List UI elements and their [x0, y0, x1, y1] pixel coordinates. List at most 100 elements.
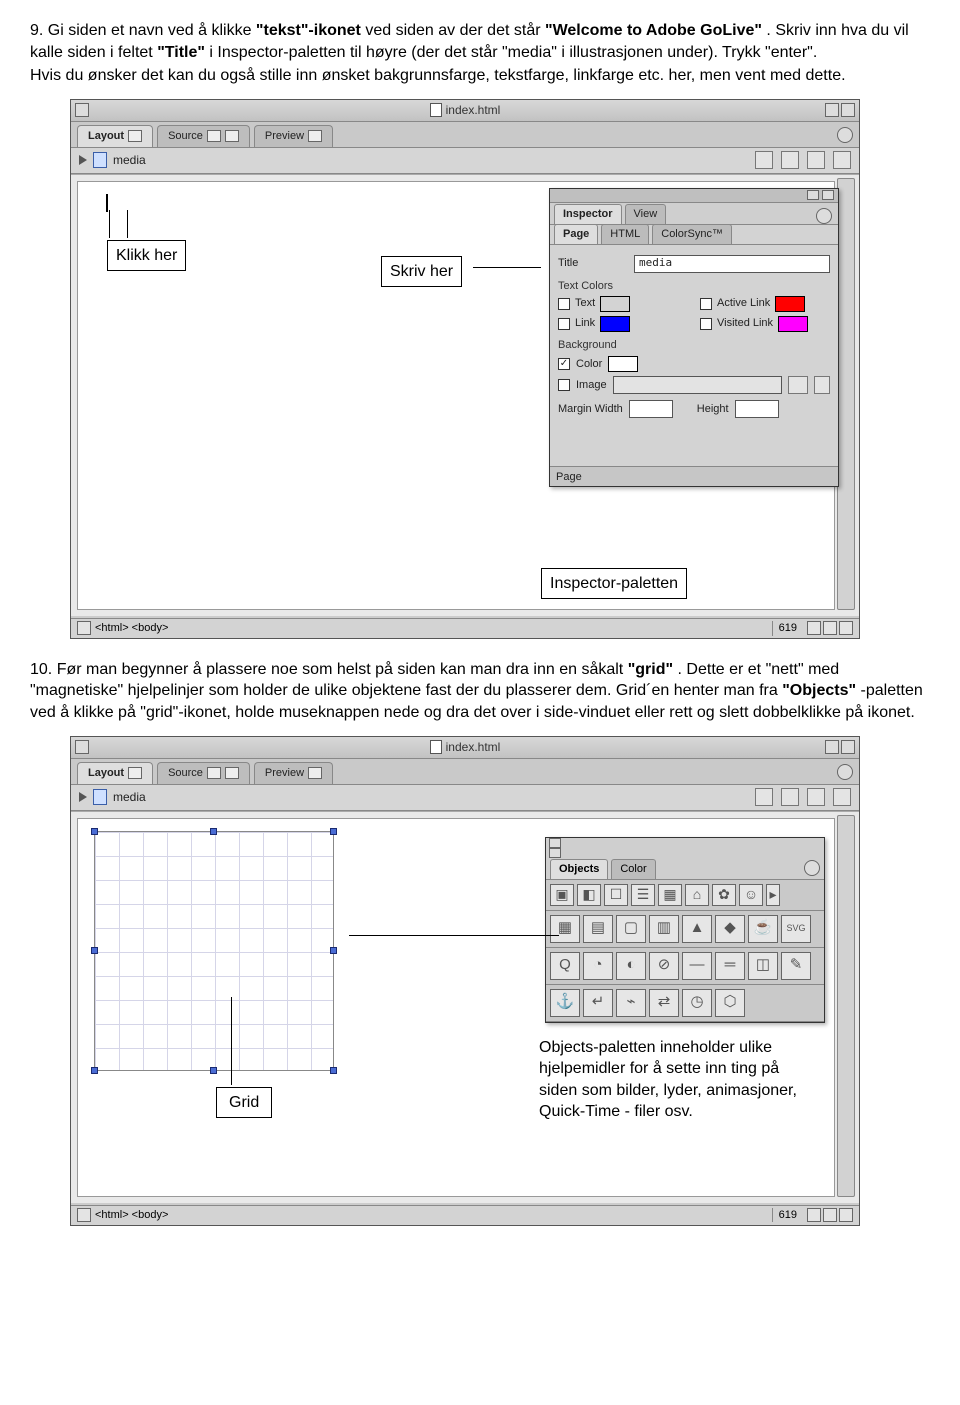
palette-collapse-icon[interactable]: [807, 190, 819, 200]
vertical-scrollbar[interactable]: [837, 815, 855, 1197]
toolbar-icon-4[interactable]: [833, 151, 851, 169]
arrow-right-icon[interactable]: [823, 621, 837, 635]
status-icon[interactable]: [77, 621, 91, 635]
palette-knob-icon[interactable]: [816, 208, 832, 224]
tab-inspector[interactable]: Inspector: [554, 204, 622, 224]
resize-handle-icon[interactable]: [210, 1067, 217, 1074]
window-zoom-icon[interactable]: [825, 740, 839, 754]
window-zoom-icon[interactable]: [825, 103, 839, 117]
arrow-down-icon[interactable]: [839, 1208, 853, 1222]
arrow-right-icon[interactable]: [823, 1208, 837, 1222]
date-icon[interactable]: ◷: [682, 989, 712, 1017]
toolbar-icon-4[interactable]: [833, 788, 851, 806]
disclosure-triangle-icon[interactable]: [79, 155, 87, 165]
arrow-left-icon[interactable]: [807, 1208, 821, 1222]
toolbar-icon-2[interactable]: [781, 788, 799, 806]
palette-titlebar[interactable]: [546, 838, 824, 858]
svg-icon[interactable]: SVG: [781, 915, 811, 943]
bg-color-checkbox[interactable]: ✓: [558, 358, 570, 370]
window-collapse-icon[interactable]: [841, 740, 855, 754]
tab-source[interactable]: Source: [157, 125, 250, 147]
tab-preview[interactable]: Preview: [254, 125, 333, 147]
tab-objects[interactable]: Objects: [550, 859, 608, 879]
layout-grid[interactable]: [94, 831, 334, 1071]
toolbar-icon-3[interactable]: [807, 788, 825, 806]
link-icon[interactable]: [814, 376, 830, 394]
arrow-down-icon[interactable]: [839, 621, 853, 635]
toolbar-icon-1[interactable]: [755, 788, 773, 806]
layout-textbox-icon[interactable]: ▤: [583, 915, 613, 943]
vertical-scrollbar[interactable]: [837, 178, 855, 610]
knob-icon[interactable]: [837, 764, 853, 780]
line-icon[interactable]: —: [682, 952, 712, 980]
br-icon[interactable]: ↵: [583, 989, 613, 1017]
visited-link-checkbox[interactable]: [700, 318, 712, 330]
cat-smart-icon[interactable]: ◧: [577, 884, 601, 906]
disclosure-triangle-icon[interactable]: [79, 792, 87, 802]
resize-handle-icon[interactable]: [91, 1067, 98, 1074]
toolbar-icon-1[interactable]: [755, 151, 773, 169]
tab-view[interactable]: View: [625, 204, 667, 224]
page-icon[interactable]: [93, 789, 107, 805]
cat-basic-icon[interactable]: ▣: [550, 884, 574, 906]
tab-layout[interactable]: Layout: [77, 762, 153, 784]
tag-icon[interactable]: ⌁: [616, 989, 646, 1017]
floating-box-icon[interactable]: ▢: [616, 915, 646, 943]
hr-icon[interactable]: ═: [715, 952, 745, 980]
table-icon[interactable]: ▥: [649, 915, 679, 943]
page-title-text[interactable]: media: [113, 789, 146, 805]
object-icon[interactable]: ⬡: [715, 989, 745, 1017]
subtab-colorsync[interactable]: ColorSync™: [652, 224, 732, 244]
browse-icon[interactable]: [788, 376, 808, 394]
window-close-icon[interactable]: [75, 740, 89, 754]
active-link-swatch[interactable]: [775, 296, 805, 312]
tab-color[interactable]: Color: [611, 859, 655, 879]
tab-source[interactable]: Source: [157, 762, 250, 784]
knob-icon[interactable]: [837, 127, 853, 143]
cat-extras-icon[interactable]: ✿: [712, 884, 736, 906]
resize-handle-icon[interactable]: [91, 828, 98, 835]
swf-icon[interactable]: ◐: [616, 952, 646, 980]
cat-site-icon[interactable]: ⌂: [685, 884, 709, 906]
subtab-page[interactable]: Page: [554, 224, 598, 244]
resize-handle-icon[interactable]: [330, 1067, 337, 1074]
url-icon[interactable]: ⊘: [649, 952, 679, 980]
status-icon[interactable]: [77, 1208, 91, 1222]
bg-color-swatch[interactable]: [608, 356, 638, 372]
spacer-icon[interactable]: ◫: [748, 952, 778, 980]
tab-layout[interactable]: Layout: [77, 125, 153, 147]
image-icon[interactable]: ▲: [682, 915, 712, 943]
cat-forms-icon[interactable]: ☐: [604, 884, 628, 906]
grid-object-icon[interactable]: ▦: [550, 915, 580, 943]
bg-image-input[interactable]: [613, 376, 782, 394]
arrow-left-icon[interactable]: [807, 621, 821, 635]
applet-icon[interactable]: ☕: [748, 915, 778, 943]
quicktime-icon[interactable]: Q: [550, 952, 580, 980]
text-color-checkbox[interactable]: [558, 298, 570, 310]
palette-close-icon[interactable]: [822, 190, 834, 200]
bg-image-checkbox[interactable]: [558, 379, 570, 391]
margin-width-input[interactable]: [629, 400, 673, 418]
link-color-checkbox[interactable]: [558, 318, 570, 330]
cat-head-icon[interactable]: ☰: [631, 884, 655, 906]
comment-icon[interactable]: ✎: [781, 952, 811, 980]
anchor-icon[interactable]: ⚓: [550, 989, 580, 1017]
active-link-checkbox[interactable]: [700, 298, 712, 310]
subtab-html[interactable]: HTML: [601, 224, 649, 244]
cat-frames-icon[interactable]: ▦: [658, 884, 682, 906]
resize-handle-icon[interactable]: [330, 947, 337, 954]
text-color-swatch[interactable]: [600, 296, 630, 312]
resize-handle-icon[interactable]: [91, 947, 98, 954]
real-icon[interactable]: ◔: [583, 952, 613, 980]
cat-more-icon[interactable]: ▸: [766, 884, 780, 906]
palette-knob-icon[interactable]: [804, 860, 820, 876]
page-title-text[interactable]: media: [113, 152, 146, 168]
title-input[interactable]: media: [634, 255, 830, 273]
toolbar-icon-2[interactable]: [781, 151, 799, 169]
resize-handle-icon[interactable]: [330, 828, 337, 835]
palette-close-icon[interactable]: [549, 848, 561, 858]
page-icon[interactable]: [93, 152, 107, 168]
cat-custom-icon[interactable]: ☺: [739, 884, 763, 906]
palette-titlebar[interactable]: [550, 189, 838, 203]
plugin-icon[interactable]: ◆: [715, 915, 745, 943]
